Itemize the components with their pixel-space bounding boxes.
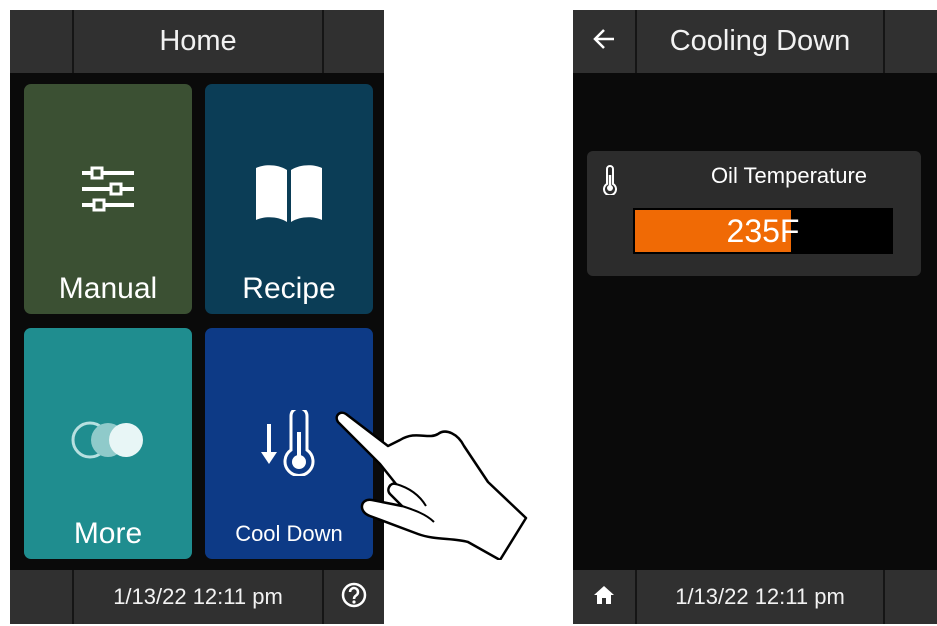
page-title: Cooling Down — [635, 10, 883, 73]
home-screen: Home Manual Recipe More Cool Down 1/13/2… — [10, 10, 384, 624]
home-footer: 1/13/22 12:11 pm — [10, 570, 384, 624]
thermometer-icon — [603, 165, 617, 200]
page-title: Home — [72, 10, 322, 73]
home-header: Home — [10, 10, 384, 73]
sliders-icon — [24, 166, 192, 212]
book-icon — [205, 162, 373, 222]
header-left-slot — [10, 10, 72, 73]
header-right-slot — [322, 10, 384, 73]
more-label: More — [73, 517, 143, 550]
oil-temperature-label: Oil Temperature — [710, 163, 868, 188]
cooling-header: Cooling Down — [573, 10, 937, 73]
back-button[interactable] — [573, 10, 635, 73]
pointing-hand-icon — [330, 410, 530, 565]
cooling-down-screen: Cooling Down Oil Temperature 235F 1/13/2… — [573, 10, 937, 624]
temperature-value: 235F — [726, 212, 800, 249]
cooling-footer: 1/13/22 12:11 pm — [573, 570, 937, 624]
home-button[interactable] — [573, 570, 635, 624]
help-button[interactable] — [322, 570, 384, 624]
recipe-tile[interactable]: Recipe — [205, 84, 373, 314]
footer-datetime: 1/13/22 12:11 pm — [635, 570, 883, 624]
home-icon — [593, 585, 615, 610]
footer-right-slot — [883, 570, 937, 624]
more-tile[interactable]: More — [24, 328, 192, 559]
header-right-slot — [883, 10, 937, 73]
help-icon — [341, 582, 367, 613]
oil-temperature-card: Oil Temperature 235F — [587, 151, 921, 276]
back-arrow-icon — [592, 28, 616, 55]
footer-left-slot — [10, 570, 72, 624]
footer-datetime: 1/13/22 12:11 pm — [72, 570, 322, 624]
manual-label: Manual — [58, 272, 158, 305]
temperature-meter: 235F — [633, 208, 893, 254]
recipe-label: Recipe — [242, 272, 336, 305]
circles-icon — [24, 420, 192, 460]
manual-tile[interactable]: Manual — [24, 84, 192, 314]
